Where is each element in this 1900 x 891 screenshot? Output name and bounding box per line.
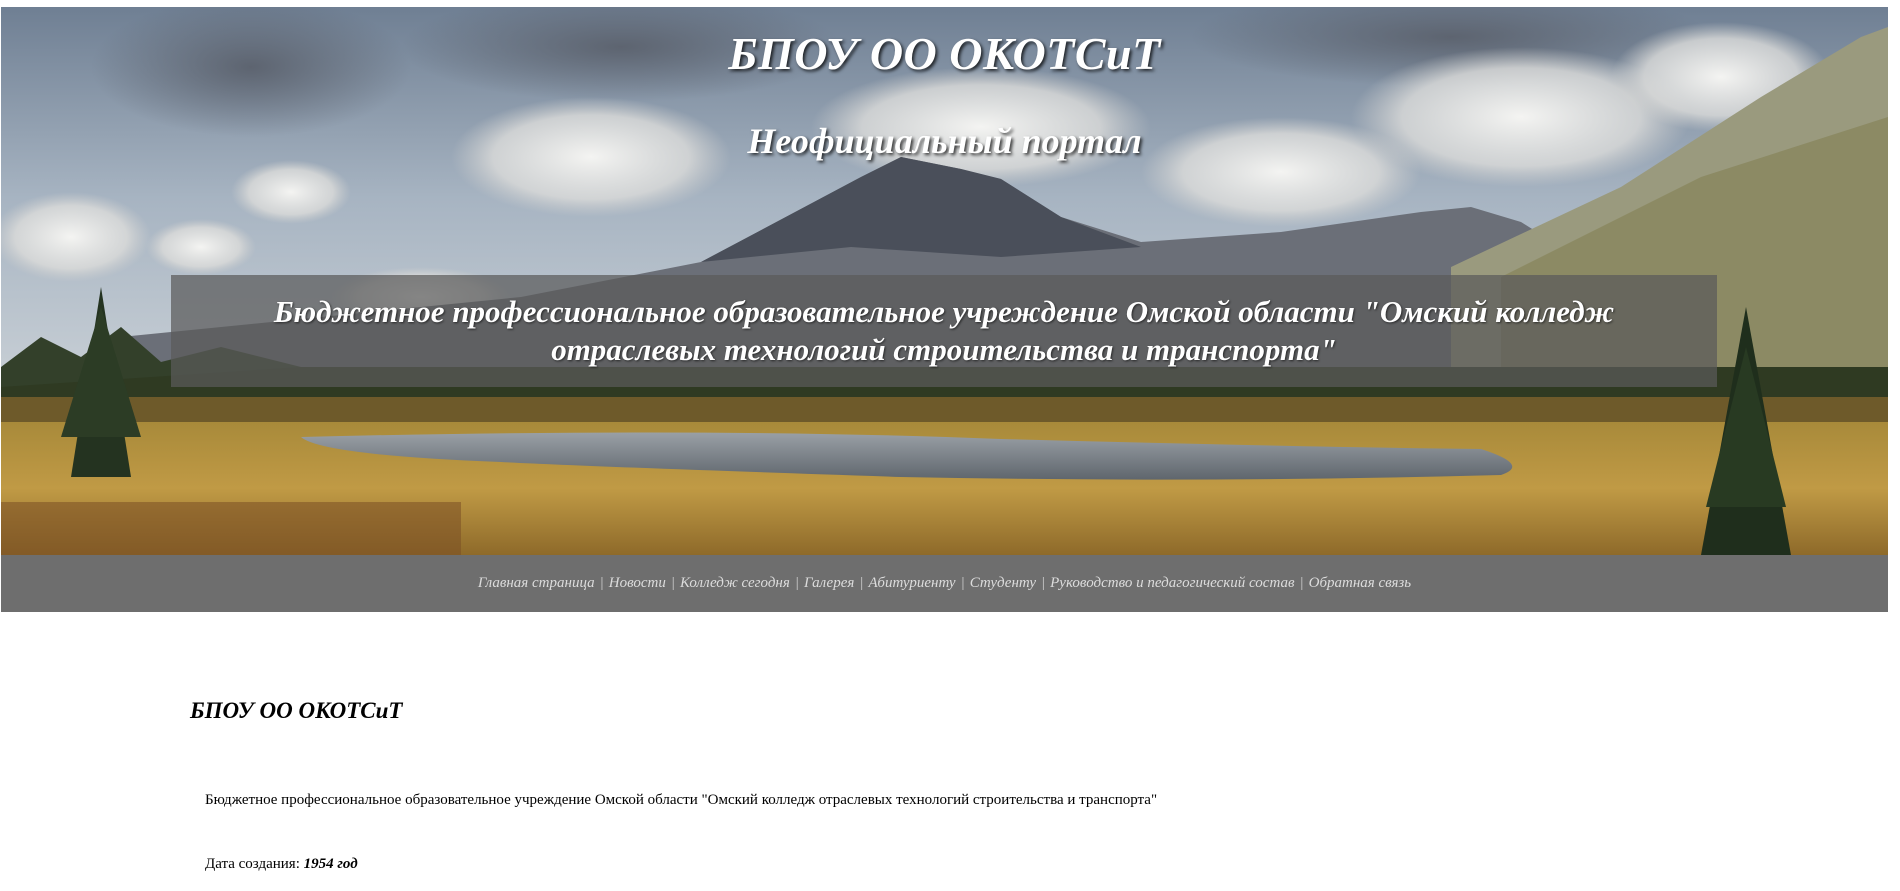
nav-link-feedback[interactable]: Обратная связь xyxy=(1309,575,1412,592)
nav-separator: | xyxy=(1299,575,1304,591)
nav-separator: | xyxy=(794,575,799,591)
header-banner: Бюджетное профессиональное образовательн… xyxy=(171,275,1717,387)
site-subtitle: Неофициальный портал xyxy=(747,121,1142,161)
header-hero: БПОУ ОО ОКОТСиТ Неофициальный портал Бюд… xyxy=(1,7,1888,555)
page-scrollbar[interactable] xyxy=(1890,0,1900,891)
nav-separator: | xyxy=(859,575,864,591)
site-title: БПОУ ОО ОКОТСиТ xyxy=(728,28,1161,79)
founded-value: 1954 год xyxy=(303,856,358,872)
nav-separator: | xyxy=(670,575,676,591)
nav-link-applicants[interactable]: Абитуриенту xyxy=(868,575,955,592)
content-description: Бюджетное профессиональное образовательн… xyxy=(205,792,1158,808)
page: БПОУ ОО ОКОТСиТ Неофициальный портал Бюд… xyxy=(0,0,1900,891)
nav-separator: | xyxy=(960,575,965,591)
nav-separator: | xyxy=(1041,575,1046,591)
nav-link-news[interactable]: Новости xyxy=(609,575,666,592)
nav-separator: | xyxy=(599,575,604,591)
main-navigation: Главная страница | Новости | Колледж сег… xyxy=(1,555,1888,612)
nav-link-home[interactable]: Главная страница xyxy=(478,575,595,592)
nav-link-gallery[interactable]: Галерея xyxy=(804,575,854,592)
banner-text: Бюджетное профессиональное образовательн… xyxy=(273,294,1615,367)
nav-link-college-today[interactable]: Колледж сегодня xyxy=(680,575,790,592)
founded-date: Дата создания: 1954 год xyxy=(205,856,358,873)
founded-label: Дата создания: xyxy=(205,856,300,872)
content-title: БПОУ ОО ОКОТСиТ xyxy=(190,698,403,723)
nav-link-students[interactable]: Студенту xyxy=(970,575,1036,592)
nav-link-staff[interactable]: Руководство и педагогический состав xyxy=(1050,575,1294,592)
